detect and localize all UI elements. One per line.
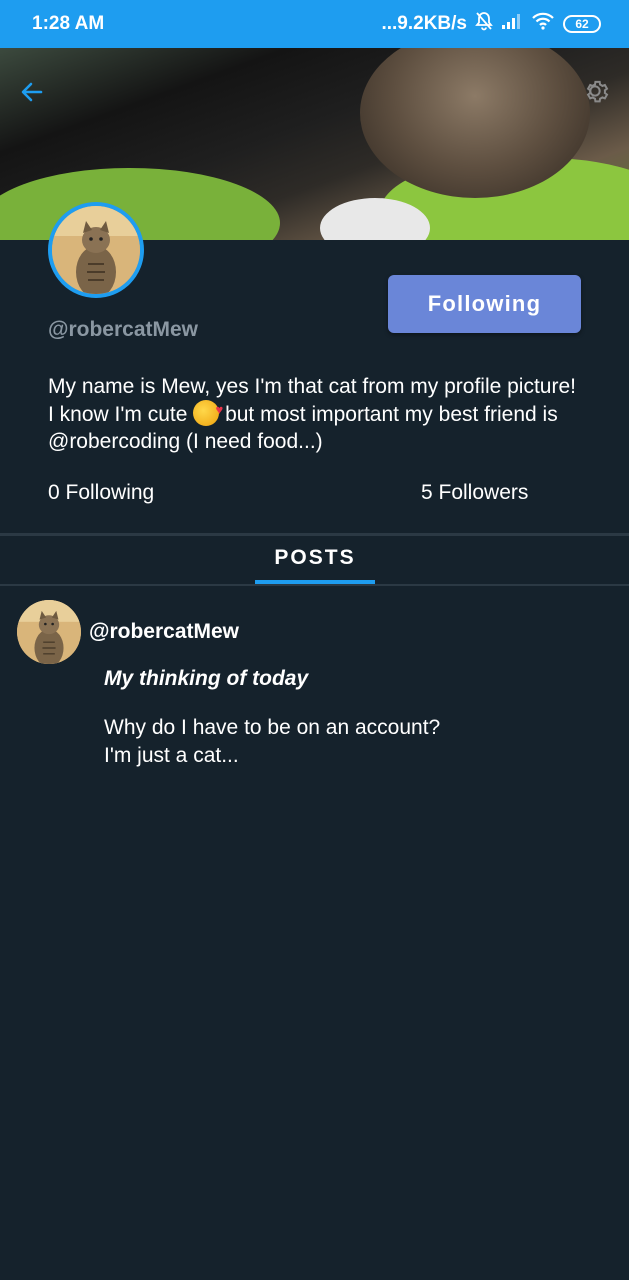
- signal-icon: [501, 12, 523, 36]
- following-button[interactable]: Following: [388, 275, 581, 333]
- divider: [0, 584, 629, 586]
- gear-icon: [579, 75, 611, 112]
- status-time: 1:28 AM: [32, 13, 105, 34]
- wifi-icon: [531, 12, 555, 36]
- network-speed: ...9.2KB/s: [381, 13, 467, 34]
- post-body: Why do I have to be on an account? I'm j…: [104, 714, 564, 770]
- post-title: My thinking of today: [104, 667, 309, 690]
- settings-button[interactable]: [576, 74, 614, 112]
- arrow-left-icon: [19, 79, 45, 110]
- profile-avatar[interactable]: [48, 202, 144, 298]
- post-body-line: Why do I have to be on an account?: [104, 716, 441, 739]
- status-bar: 1:28 AM ...9.2KB/s 62: [0, 0, 629, 48]
- tab-posts[interactable]: POSTS: [255, 546, 375, 584]
- profile-bio: My name is Mew, yes I'm that cat from my…: [48, 373, 578, 455]
- followers-count[interactable]: 5 Followers: [421, 481, 528, 505]
- smiling-face-with-hearts-icon: [193, 396, 223, 426]
- back-button[interactable]: [14, 76, 50, 112]
- post-author[interactable]: @robercatMew: [89, 620, 239, 644]
- status-icons: ...9.2KB/s 62: [381, 11, 601, 37]
- mute-bell-icon: [475, 11, 493, 37]
- battery-icon: 62: [563, 15, 601, 33]
- profile-username: @robercatMew: [48, 318, 199, 341]
- post-body-line: I'm just a cat...: [104, 744, 239, 767]
- divider: [0, 533, 629, 536]
- post-author-avatar[interactable]: [17, 600, 81, 664]
- following-count[interactable]: 0 Following: [48, 481, 154, 505]
